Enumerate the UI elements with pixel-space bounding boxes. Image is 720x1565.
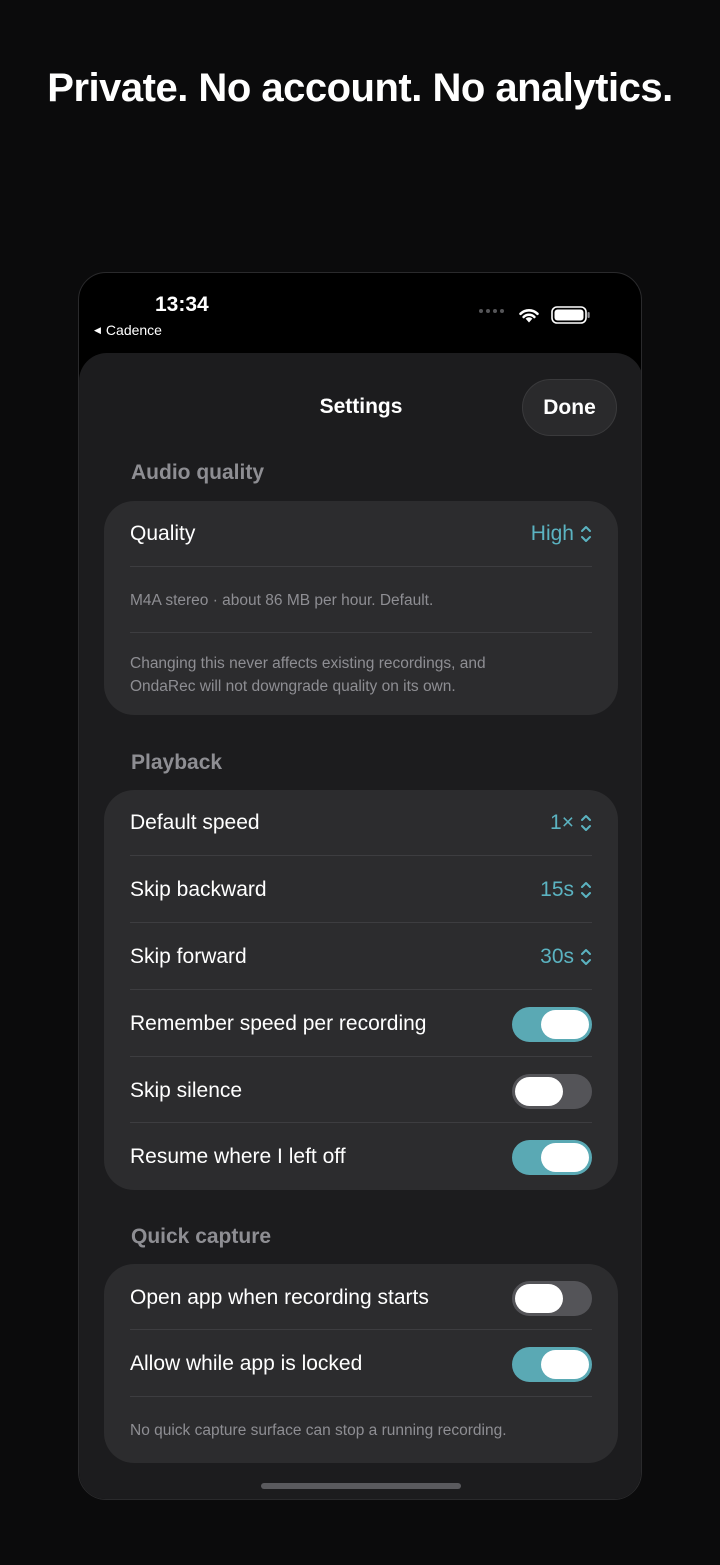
quality-value: High — [530, 522, 574, 545]
allow-locked-row: Allow while app is locked — [130, 1345, 592, 1383]
up-down-chevron-icon — [581, 949, 591, 965]
default-speed-label: Default speed — [130, 811, 260, 834]
open-app-toggle[interactable] — [512, 1280, 592, 1316]
skip-forward-label: Skip forward — [130, 945, 247, 968]
divider — [130, 922, 592, 923]
divider — [130, 855, 592, 856]
quality-policy-note-line-2: OndaRec will not downgrade quality on it… — [130, 678, 456, 695]
allow-locked-toggle[interactable] — [512, 1346, 592, 1382]
quality-picker[interactable]: High — [531, 522, 592, 546]
divider — [130, 1396, 592, 1397]
default-speed-picker[interactable]: 1× — [550, 811, 592, 835]
resume-row: Resume where I left off — [130, 1138, 592, 1176]
back-app-label: Cadence — [105, 322, 162, 338]
remember-speed-toggle[interactable] — [512, 1006, 592, 1042]
remember-speed-row: Remember speed per recording — [130, 1005, 592, 1043]
open-app-label: Open app when recording starts — [130, 1286, 429, 1309]
toggle-knob — [541, 1349, 589, 1379]
settings-sheet: Settings Done Audio quality Quality High… — [79, 353, 641, 1499]
divider — [130, 1122, 592, 1123]
resume-label: Resume where I left off — [130, 1145, 346, 1168]
playback-card: Default speed 1× Skip backward 15s Skip … — [104, 790, 618, 1190]
divider — [130, 632, 592, 633]
divider — [130, 989, 592, 990]
open-app-row: Open app when recording starts — [130, 1279, 592, 1317]
skip-backward-picker[interactable]: 15s — [540, 878, 592, 902]
home-indicator[interactable] — [261, 1483, 461, 1489]
section-header-audio-quality: Audio quality — [131, 461, 264, 484]
marketing-headline: Private. No account. No analytics. — [47, 66, 673, 110]
back-triangle-icon: ◀ — [94, 324, 101, 335]
quality-format-note: M4A stereo · about 86 MB per hour. Defau… — [130, 592, 434, 609]
signal-dots-icon — [479, 309, 504, 313]
quality-policy-note: Changing this never affects existing rec… — [130, 652, 592, 698]
back-to-app-link[interactable]: ◀ Cadence — [94, 322, 162, 338]
up-down-chevron-icon — [581, 526, 591, 542]
toggle-knob — [515, 1283, 563, 1313]
toggle-knob — [515, 1076, 563, 1106]
section-header-quick-capture: Quick capture — [131, 1225, 272, 1248]
divider — [130, 1329, 592, 1330]
status-time: 13:34 — [155, 293, 209, 316]
battery-icon — [551, 306, 590, 324]
toggle-knob — [541, 1142, 589, 1172]
skip-forward-value: 30s — [540, 945, 574, 968]
skip-silence-label: Skip silence — [130, 1079, 243, 1102]
quality-policy-note-line-1: Changing this never affects existing rec… — [130, 655, 486, 672]
skip-backward-label: Skip backward — [130, 878, 267, 901]
quick-capture-card: Open app when recording starts Allow whi… — [104, 1264, 618, 1463]
audio-quality-card: Quality High M4A stereo · about 86 MB pe… — [104, 501, 618, 715]
skip-forward-picker[interactable]: 30s — [540, 945, 592, 969]
resume-toggle[interactable] — [512, 1139, 592, 1175]
up-down-chevron-icon — [581, 882, 591, 898]
done-button[interactable]: Done — [522, 379, 617, 436]
skip-forward-row[interactable]: Skip forward 30s — [130, 940, 592, 974]
skip-backward-value: 15s — [540, 878, 574, 901]
section-header-playback: Playback — [131, 751, 223, 774]
default-speed-value: 1× — [550, 811, 574, 834]
divider — [130, 566, 592, 567]
quick-capture-note: No quick capture surface can stop a runn… — [130, 1422, 507, 1439]
allow-locked-label: Allow while app is locked — [130, 1352, 363, 1375]
divider — [130, 1056, 592, 1057]
phone-frame: 13:34 ◀ Cadence Settings Done Audio qual… — [78, 272, 642, 1500]
skip-backward-row[interactable]: Skip backward 15s — [130, 873, 592, 907]
quality-row[interactable]: Quality High — [130, 517, 592, 551]
default-speed-row[interactable]: Default speed 1× — [130, 806, 592, 840]
wifi-icon — [519, 309, 539, 323]
up-down-chevron-icon — [581, 815, 591, 831]
skip-silence-row: Skip silence — [130, 1072, 592, 1110]
toggle-knob — [541, 1009, 589, 1039]
skip-silence-toggle[interactable] — [512, 1073, 592, 1109]
quality-label: Quality — [130, 522, 196, 545]
remember-speed-label: Remember speed per recording — [130, 1012, 427, 1035]
